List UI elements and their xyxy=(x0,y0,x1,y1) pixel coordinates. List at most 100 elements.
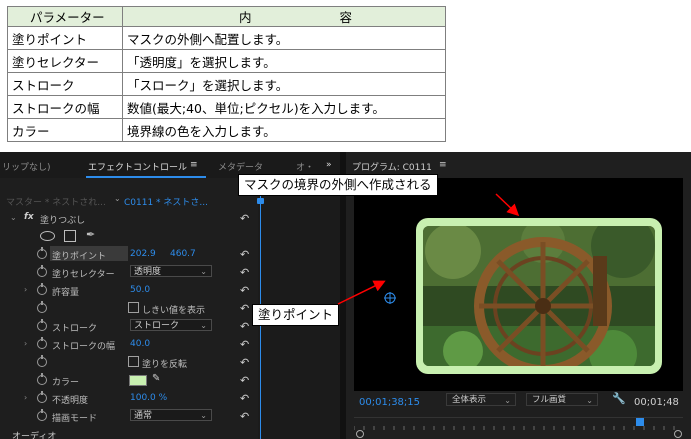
param-desc: 「スローク」を選択します。 xyxy=(122,72,446,96)
chevron-down-icon[interactable]: ⌄ xyxy=(114,194,121,203)
duration-timecode: 00;01;48 xyxy=(634,397,679,408)
effect-name: 塗りつぶし xyxy=(40,216,86,226)
stopwatch-icon[interactable] xyxy=(37,373,47,385)
quality-dropdown[interactable]: フル画質 ⌄ xyxy=(526,393,598,406)
table-row: 塗りポイント マスクの外側へ配置します。 xyxy=(7,26,446,50)
tab-audio[interactable]: オ・ xyxy=(296,160,314,173)
param-row-fill-point: 塗りポイント 202.9 460.7 ↶ xyxy=(0,246,258,263)
tab-metadata[interactable]: メタデータ xyxy=(218,160,263,173)
stroke-width-value[interactable]: 40.0 xyxy=(130,339,150,349)
ellipse-mask-icon[interactable] xyxy=(40,231,55,241)
callout-fill-point: 塗りポイント xyxy=(252,304,340,326)
param-row-invert-fill: 塗りを反転 ↶ xyxy=(0,354,258,371)
stroke-dropdown[interactable]: ストローク ⌄ xyxy=(130,319,212,331)
stopwatch-icon[interactable] xyxy=(37,355,47,367)
opacity-value[interactable]: 100.0 % xyxy=(130,393,167,403)
table-row: ストローク 「スローク」を選択します。 xyxy=(7,72,446,96)
stroke-border xyxy=(416,218,662,374)
pen-mask-icon[interactable]: ✒ xyxy=(86,228,95,241)
expand-chevron-icon[interactable]: ⌄ xyxy=(10,213,17,222)
tab-previous[interactable]: リップなし) xyxy=(2,160,51,173)
current-timecode[interactable]: 00;01;38;15 xyxy=(359,397,420,408)
stopwatch-icon[interactable] xyxy=(37,391,47,403)
header-content-part1: 内 xyxy=(239,10,252,25)
param-name: 塗りポイント xyxy=(7,26,123,50)
rectangle-mask-icon[interactable] xyxy=(64,230,76,242)
active-tab-indicator xyxy=(86,176,206,178)
param-desc: 数値(最大;40、単位;ピクセル)を入力します。 xyxy=(122,95,446,119)
blend-mode-dropdown[interactable]: 通常 ⌄ xyxy=(130,409,212,421)
tab-effect-controls[interactable]: エフェクトコントロール xyxy=(88,160,187,173)
show-threshold-checkbox[interactable] xyxy=(128,302,139,313)
playhead-handle-icon[interactable] xyxy=(257,198,264,204)
header-content-part2: 容 xyxy=(339,10,353,25)
tab-overflow-icon[interactable]: » xyxy=(326,160,332,170)
program-viewer[interactable] xyxy=(354,178,683,391)
param-name: ストロークの幅 xyxy=(7,95,123,119)
stopwatch-icon[interactable] xyxy=(37,337,47,349)
stopwatch-icon[interactable] xyxy=(37,265,47,277)
fx-icon[interactable]: fx xyxy=(24,212,34,222)
param-desc: 境界線の色を入力します。 xyxy=(122,118,446,142)
dropdown-value: ストローク xyxy=(134,321,180,331)
out-point-icon[interactable] xyxy=(674,430,682,438)
reset-icon[interactable]: ↶ xyxy=(240,212,249,225)
stopwatch-icon[interactable] xyxy=(37,247,47,259)
reset-icon[interactable]: ↶ xyxy=(240,284,249,297)
tab-menu-icon[interactable]: ≡ xyxy=(190,160,198,170)
reset-icon[interactable]: ↶ xyxy=(240,248,249,261)
chevron-down-icon: ⌄ xyxy=(504,396,511,405)
reset-icon[interactable]: ↶ xyxy=(240,410,249,423)
header-content: 内容 xyxy=(122,6,446,27)
reset-icon[interactable]: ↶ xyxy=(240,320,249,333)
chevron-down-icon: ⌄ xyxy=(586,396,593,405)
stopwatch-icon[interactable] xyxy=(37,319,47,331)
waterwheel-image xyxy=(423,226,655,366)
reset-icon[interactable]: ↶ xyxy=(240,356,249,369)
reset-icon[interactable]: ↶ xyxy=(240,338,249,351)
program-playhead-icon[interactable] xyxy=(636,418,644,426)
effect-header-row: ⌄ fx 塗りつぶし ↶ xyxy=(0,210,258,227)
table-row: ストロークの幅 数値(最大;40、単位;ピクセル)を入力します。 xyxy=(7,95,446,119)
dropdown-value: フル画質 xyxy=(532,395,567,405)
checkbox-label: しきい値を表示 xyxy=(142,306,206,316)
clip-label[interactable]: C0111 * ネストさ... xyxy=(124,195,208,208)
param-label: 不透明度 xyxy=(52,396,89,406)
param-label: 塗りセレクター xyxy=(52,270,115,280)
stopwatch-icon[interactable] xyxy=(37,409,47,421)
param-name: カラー xyxy=(7,118,123,142)
param-row-fill-selector: 塗りセレクター 透明度 ⌄ ↶ xyxy=(0,264,258,281)
audio-section-label[interactable]: オーディオ xyxy=(12,429,56,439)
tolerance-value[interactable]: 50.0 xyxy=(130,285,150,295)
fill-point-crosshair-icon[interactable] xyxy=(384,292,396,304)
stopwatch-icon[interactable] xyxy=(37,301,47,313)
param-desc: 「透明度」を選択します。 xyxy=(122,49,446,73)
zoom-dropdown[interactable]: 全体表示 ⌄ xyxy=(446,393,516,406)
reset-icon[interactable]: ↶ xyxy=(240,392,249,405)
param-label: 描画モード xyxy=(52,414,98,424)
in-point-icon[interactable] xyxy=(356,430,364,438)
expand-chevron-icon[interactable]: › xyxy=(24,285,27,294)
fill-point-x[interactable]: 202.9 xyxy=(130,249,156,259)
wrench-icon[interactable]: 🔧 xyxy=(612,392,626,405)
panel-menu-icon[interactable]: ≡ xyxy=(439,160,447,170)
color-swatch[interactable] xyxy=(129,375,147,386)
stopwatch-icon[interactable] xyxy=(37,283,47,295)
fill-point-y[interactable]: 460.7 xyxy=(170,249,196,259)
program-title[interactable]: プログラム: C0111 xyxy=(352,160,432,173)
ruler-ticks xyxy=(354,426,675,430)
param-name: ストローク xyxy=(7,72,123,96)
param-row-show-threshold: しきい値を表示 ↶ xyxy=(0,300,258,317)
reset-icon[interactable]: ↶ xyxy=(240,266,249,279)
reset-icon[interactable]: ↶ xyxy=(240,374,249,387)
fill-selector-dropdown[interactable]: 透明度 ⌄ xyxy=(130,265,212,277)
param-row-blend-mode: 描画モード 通常 ⌄ ↶ xyxy=(0,408,258,425)
expand-chevron-icon[interactable]: › xyxy=(24,393,27,402)
invert-fill-checkbox[interactable] xyxy=(128,356,139,367)
table-row: カラー 境界線の色を入力します。 xyxy=(7,118,446,142)
master-clip-label[interactable]: マスター * ネストされ... xyxy=(6,195,106,208)
param-row-stroke: ストローク ストローク ⌄ ↶ xyxy=(0,318,258,335)
reset-icon[interactable]: ↶ xyxy=(240,302,249,315)
eyedropper-icon[interactable]: ✎ xyxy=(152,373,160,384)
expand-chevron-icon[interactable]: › xyxy=(24,339,27,348)
